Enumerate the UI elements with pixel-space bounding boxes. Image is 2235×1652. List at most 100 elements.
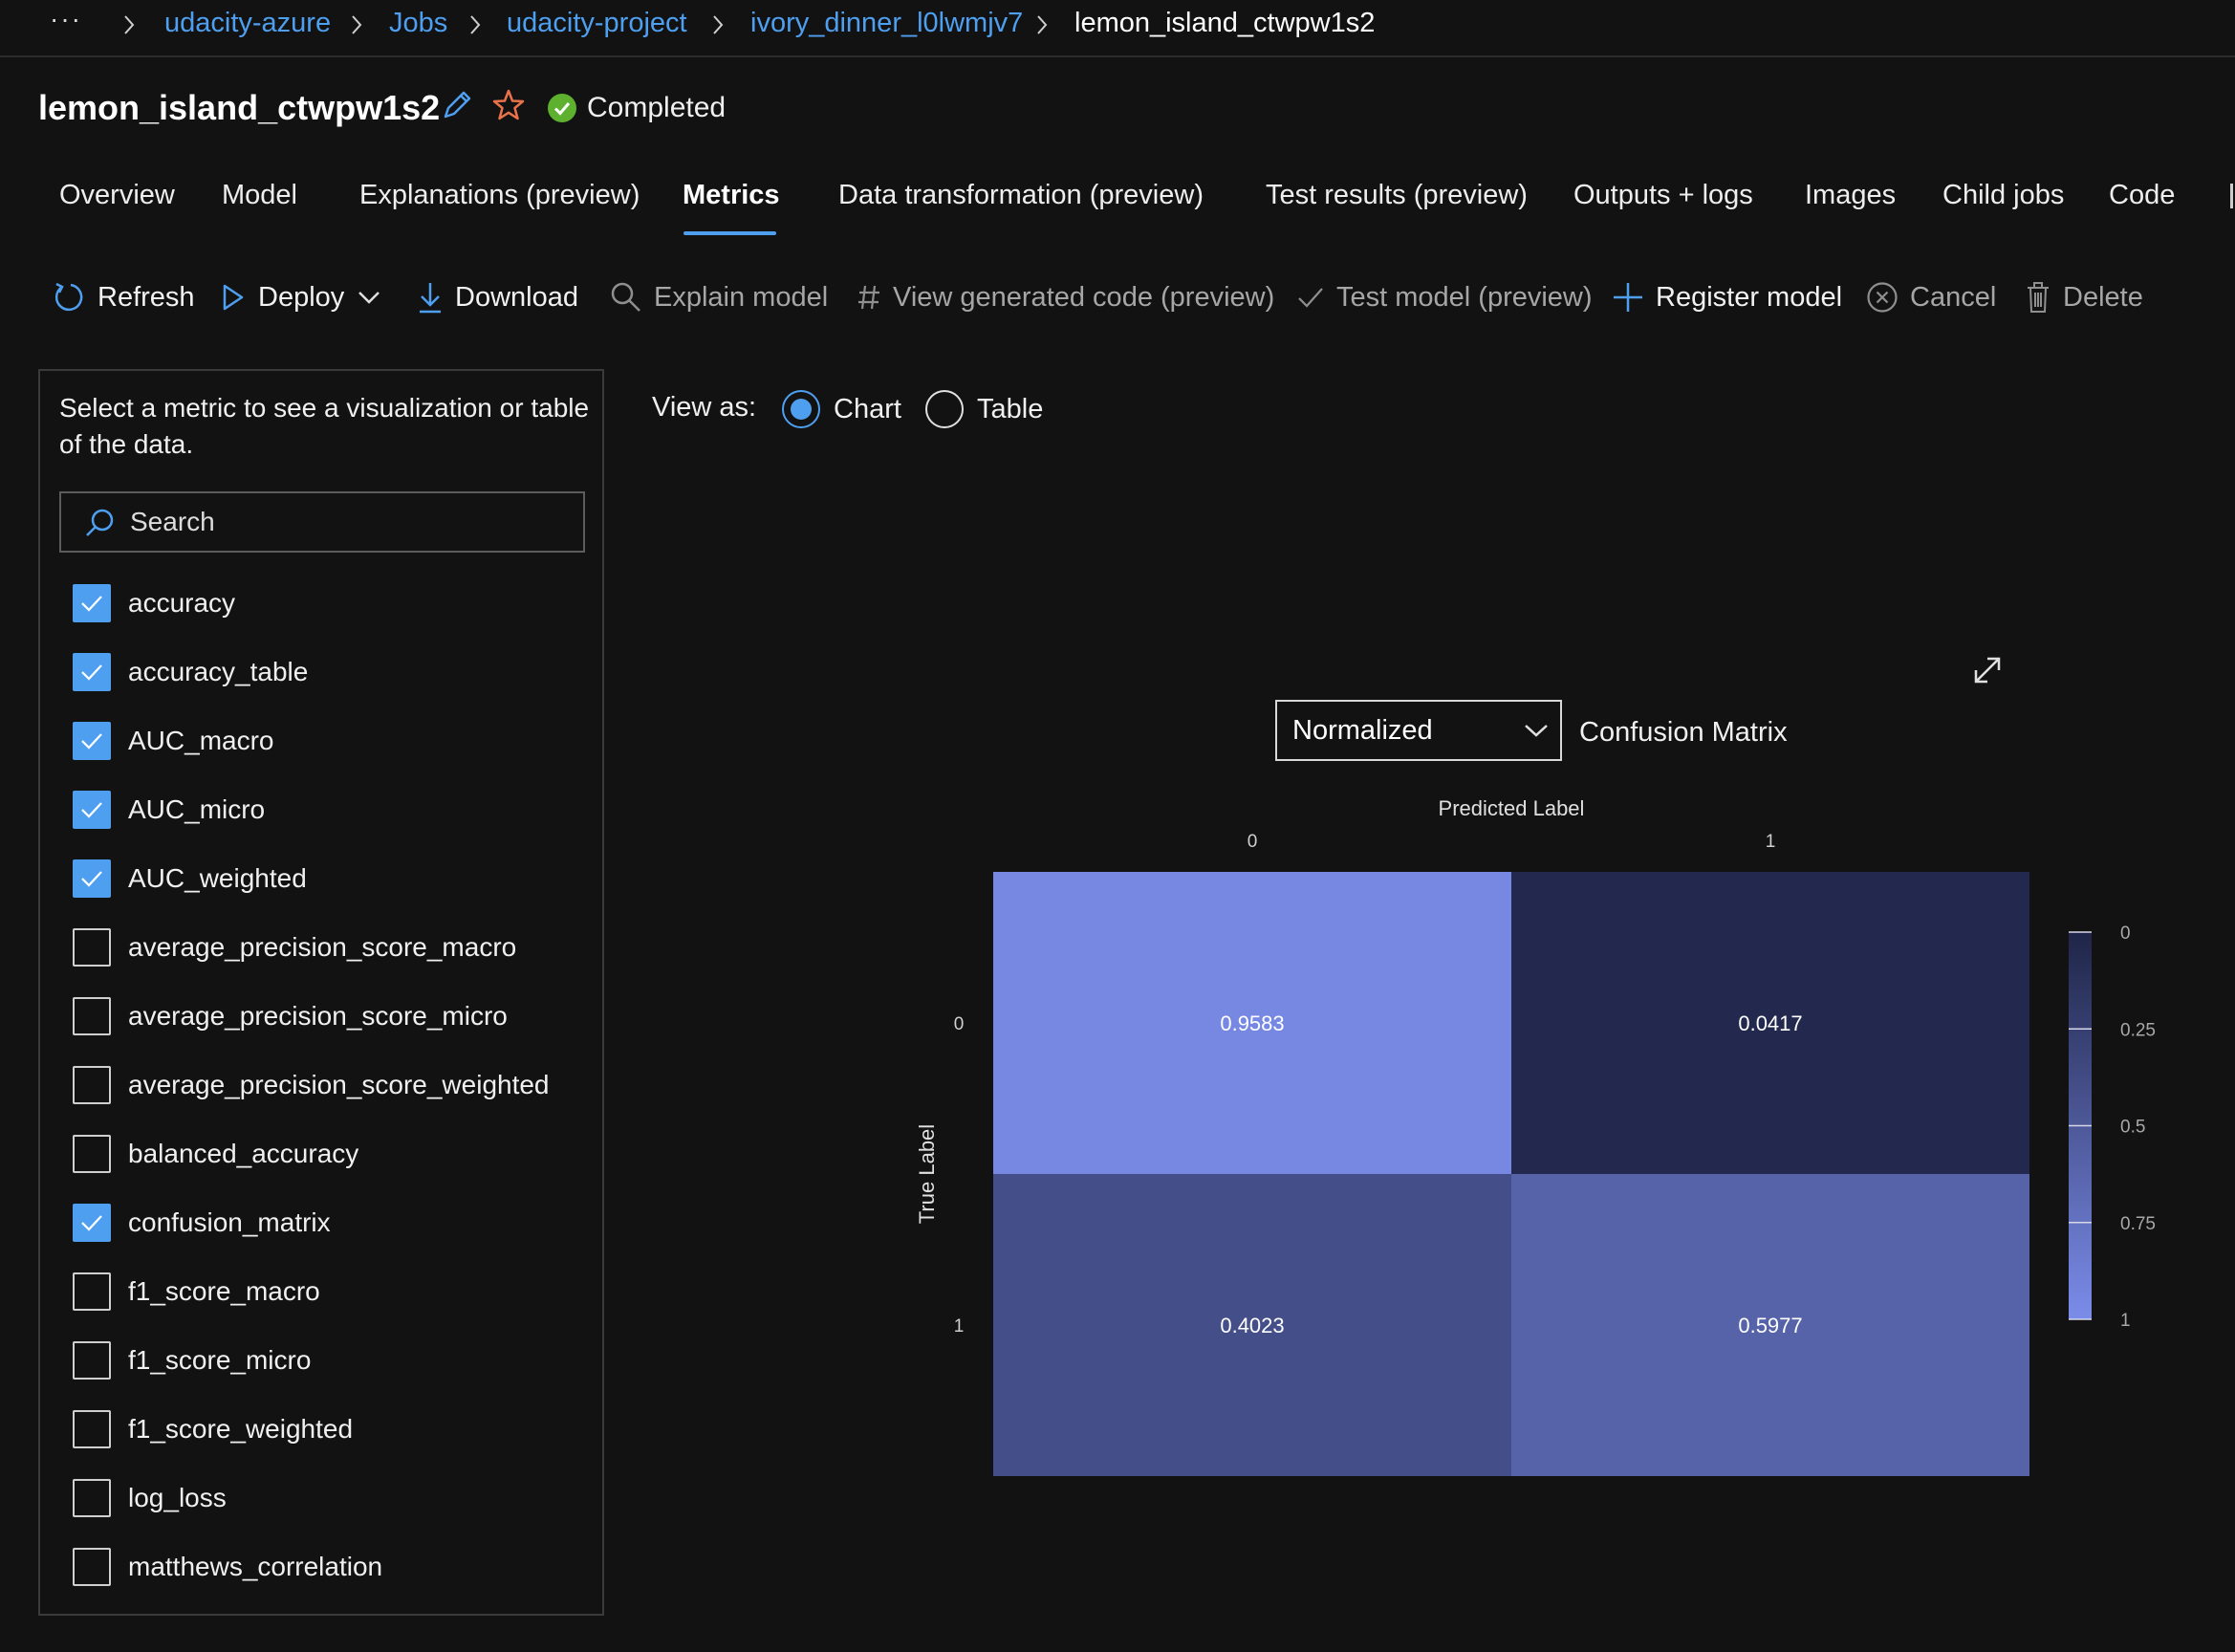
play-icon bbox=[220, 282, 247, 313]
add-icon bbox=[1612, 281, 1644, 314]
explain-model-button[interactable]: Explain model bbox=[610, 279, 828, 315]
metric-item-f1-score-macro[interactable]: f1_score_macro bbox=[73, 1271, 320, 1313]
breadcrumb-link-experiment[interactable]: udacity-project bbox=[507, 8, 687, 39]
page-title: lemon_island_ctwpw1s2 bbox=[38, 88, 441, 127]
metric-item-f1-score-weighted[interactable]: f1_score_weighted bbox=[73, 1408, 353, 1450]
download-button[interactable]: Download bbox=[417, 279, 578, 315]
checkmark-icon bbox=[81, 1215, 102, 1231]
normalization-selected-value: Normalized bbox=[1292, 715, 1433, 746]
tab-outputs-logs[interactable]: Outputs + logs bbox=[1573, 180, 1753, 211]
metric-item-auc-micro[interactable]: AUC_micro bbox=[73, 789, 265, 831]
metric-checkbox[interactable] bbox=[73, 584, 111, 622]
breadcrumb-link-workspace[interactable]: udacity-azure bbox=[164, 8, 331, 39]
tab-overview[interactable]: Overview bbox=[59, 180, 175, 211]
metric-label: log_loss bbox=[128, 1483, 227, 1512]
heatmap-cell bbox=[1511, 872, 2029, 1174]
metric-item-average-precision-score-weighted[interactable]: average_precision_score_weighted bbox=[73, 1064, 550, 1106]
view-chart-radio[interactable]: Chart bbox=[782, 390, 901, 428]
view-table-radio[interactable]: Table bbox=[925, 390, 1043, 428]
radio-button[interactable] bbox=[782, 390, 820, 428]
breadcrumb-link-jobs[interactable]: Jobs bbox=[389, 8, 447, 39]
metric-item-average-precision-score-micro[interactable]: average_precision_score_micro bbox=[73, 995, 508, 1037]
metric-checkbox[interactable] bbox=[73, 1272, 111, 1311]
metric-checkbox[interactable] bbox=[73, 997, 111, 1035]
chevron-down-icon bbox=[358, 290, 380, 305]
metric-item-matthews-correlation[interactable]: matthews_correlation bbox=[73, 1546, 382, 1588]
heatmap-cell-value: 0.9583 bbox=[1220, 1011, 1284, 1035]
explain-model-label: Explain model bbox=[654, 281, 829, 313]
breadcrumb-overflow-button[interactable]: ··· bbox=[50, 4, 82, 34]
metric-label: average_precision_score_weighted bbox=[128, 1070, 550, 1099]
metric-checkbox[interactable] bbox=[73, 1135, 111, 1173]
metric-checkbox[interactable] bbox=[73, 1341, 111, 1380]
metric-item-log-loss[interactable]: log_loss bbox=[73, 1477, 227, 1519]
metric-checkbox[interactable] bbox=[73, 1548, 111, 1586]
colorbar-tick-label: 0.25 bbox=[2120, 1020, 2156, 1040]
metric-label: average_precision_score_macro bbox=[128, 932, 517, 962]
tab-child-jobs[interactable]: Child jobs bbox=[1942, 180, 2064, 211]
cancel-button[interactable]: Cancel bbox=[1866, 279, 1996, 315]
metric-item-accuracy[interactable]: accuracy bbox=[73, 582, 235, 624]
view-generated-code-label: View generated code (preview) bbox=[893, 281, 1275, 313]
metric-item-f1-score-micro[interactable]: f1_score_micro bbox=[73, 1339, 311, 1381]
metric-item-auc-macro[interactable]: AUC_macro bbox=[73, 720, 273, 762]
chevron-right-icon bbox=[711, 13, 725, 36]
chevron-right-icon bbox=[468, 13, 482, 36]
checkmark-circle-icon bbox=[547, 93, 577, 123]
metric-item-auc-weighted[interactable]: AUC_weighted bbox=[73, 858, 307, 900]
tab-explanations[interactable]: Explanations (preview) bbox=[359, 180, 640, 211]
checkmark-icon bbox=[81, 802, 102, 818]
breadcrumb-current: lemon_island_ctwpw1s2 bbox=[1074, 8, 1376, 38]
metric-checkbox[interactable] bbox=[73, 1066, 111, 1104]
tab-metrics[interactable]: Metrics bbox=[683, 180, 780, 211]
pencil-icon[interactable] bbox=[440, 88, 474, 122]
radio-button[interactable] bbox=[925, 390, 964, 428]
metric-checkbox[interactable] bbox=[73, 1410, 111, 1448]
metric-item-average-precision-score-macro[interactable]: average_precision_score_macro bbox=[73, 926, 516, 968]
metric-checkbox[interactable] bbox=[73, 859, 111, 898]
x-tick-label: 1 bbox=[1766, 832, 1776, 852]
metric-checkbox[interactable] bbox=[73, 791, 111, 829]
active-tab-indicator bbox=[684, 231, 776, 235]
metric-checkbox[interactable] bbox=[73, 928, 111, 967]
metric-label: average_precision_score_micro bbox=[128, 1001, 508, 1031]
metric-item-balanced-accuracy[interactable]: balanced_accuracy bbox=[73, 1133, 358, 1175]
heatmap-cell-value: 0.4023 bbox=[1220, 1314, 1284, 1337]
checkmark-icon bbox=[81, 596, 102, 612]
metric-label: f1_score_macro bbox=[128, 1276, 320, 1306]
metric-label: AUC_macro bbox=[128, 726, 274, 755]
metric-item-confusion-matrix[interactable]: confusion_matrix bbox=[73, 1202, 331, 1244]
tab-images[interactable]: Images bbox=[1805, 180, 1896, 211]
metric-checkbox[interactable] bbox=[73, 1204, 111, 1242]
breadcrumb-link-parent-job[interactable]: ivory_dinner_l0lwmjv7 bbox=[750, 8, 1023, 39]
checkmark-icon bbox=[1296, 285, 1325, 310]
y-tick-label: 1 bbox=[954, 1316, 965, 1337]
metric-checkbox[interactable] bbox=[73, 653, 111, 691]
register-model-button[interactable]: Register model bbox=[1612, 279, 1842, 315]
metric-checkbox[interactable] bbox=[73, 722, 111, 760]
tab-overflow-indicator[interactable] bbox=[2230, 184, 2233, 208]
star-icon[interactable] bbox=[491, 88, 526, 122]
tab-model[interactable]: Model bbox=[222, 180, 297, 211]
deploy-button[interactable]: Deploy bbox=[220, 279, 380, 315]
x-axis-label: Predicted Label bbox=[1439, 796, 1585, 820]
search-input[interactable] bbox=[130, 503, 570, 541]
x-tick-label: 0 bbox=[1248, 832, 1258, 852]
y-tick-label: 0 bbox=[954, 1014, 965, 1034]
metric-checkbox[interactable] bbox=[73, 1479, 111, 1517]
test-model-button[interactable]: Test model (preview) bbox=[1296, 279, 1593, 315]
tab-test-results[interactable]: Test results (preview) bbox=[1266, 180, 1528, 211]
heatmap-cell-value: 0.5977 bbox=[1738, 1314, 1802, 1337]
expand-icon[interactable] bbox=[1971, 654, 2004, 686]
view-generated-code-button[interactable]: View generated code (preview) bbox=[857, 279, 1274, 315]
metric-item-accuracy-table[interactable]: accuracy_table bbox=[73, 651, 308, 693]
delete-button[interactable]: Delete bbox=[2025, 279, 2143, 315]
tab-data-transformation[interactable]: Data transformation (preview) bbox=[838, 180, 1204, 211]
download-icon bbox=[417, 280, 444, 315]
chart-title: Confusion Matrix bbox=[1579, 717, 1788, 748]
tab-code[interactable]: Code bbox=[2109, 180, 2175, 211]
refresh-label: Refresh bbox=[98, 281, 195, 313]
refresh-button[interactable]: Refresh bbox=[52, 279, 195, 315]
hash-icon bbox=[857, 283, 881, 312]
checkmark-icon bbox=[81, 664, 102, 681]
